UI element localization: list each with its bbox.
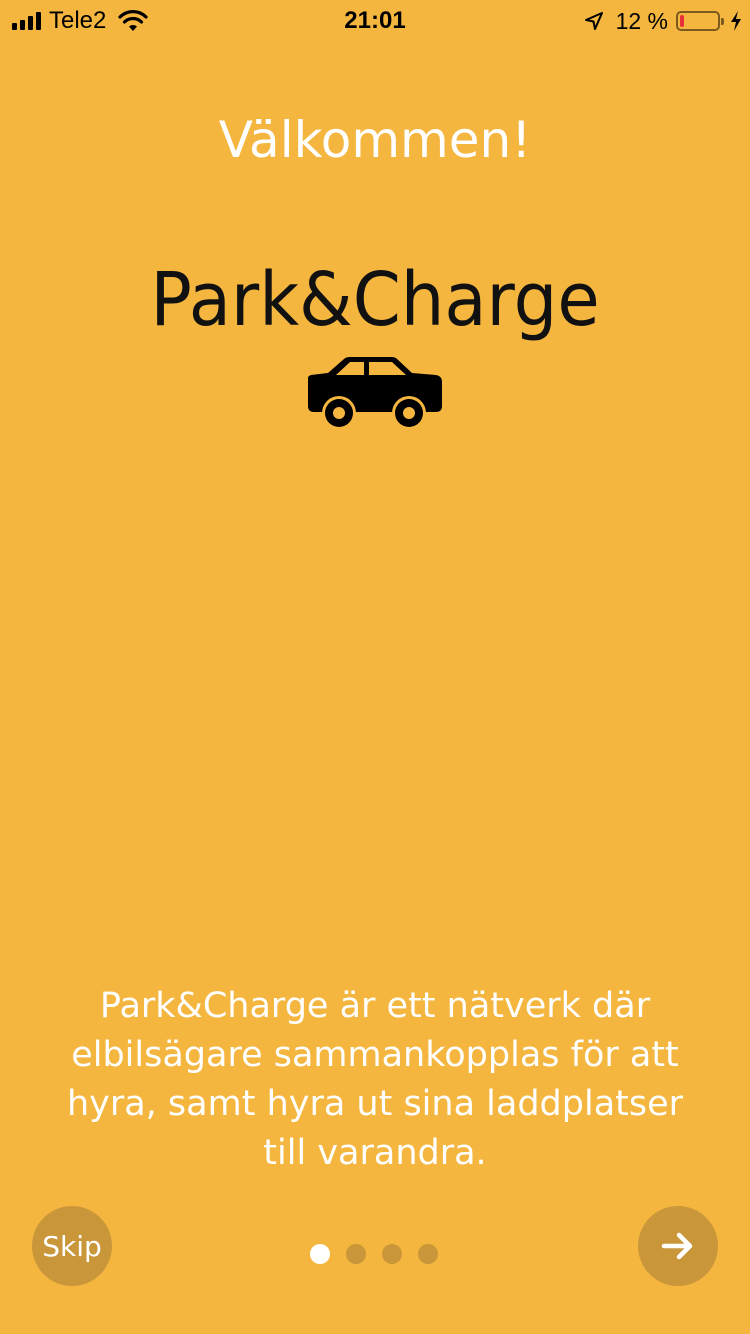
battery-level-fill [680,15,685,27]
location-arrow-icon [584,12,603,30]
app-logo-text: Park&Charge [150,257,600,343]
status-bar: Tele2 21:01 12 % [0,0,750,40]
battery-percent: 12 % [615,8,668,34]
page-dot-3[interactable] [382,1244,402,1264]
charging-bolt-icon [731,11,741,31]
page-dot-4[interactable] [418,1244,438,1264]
status-bar-right: 12 % [584,8,742,34]
skip-button[interactable]: Skip [32,1206,112,1286]
page-indicator [310,1244,438,1264]
car-icon [308,357,442,430]
page-dot-2[interactable] [346,1244,366,1264]
arrow-right-icon [661,1232,693,1260]
battery-icon [676,11,724,31]
battery-nub [721,18,724,25]
onboarding-description: Park&Charge är ett nätverk där elbilsäga… [66,986,684,1173]
next-button[interactable] [638,1206,718,1286]
welcome-title: Välkommen! [218,111,532,169]
page-dot-1[interactable] [310,1244,330,1264]
